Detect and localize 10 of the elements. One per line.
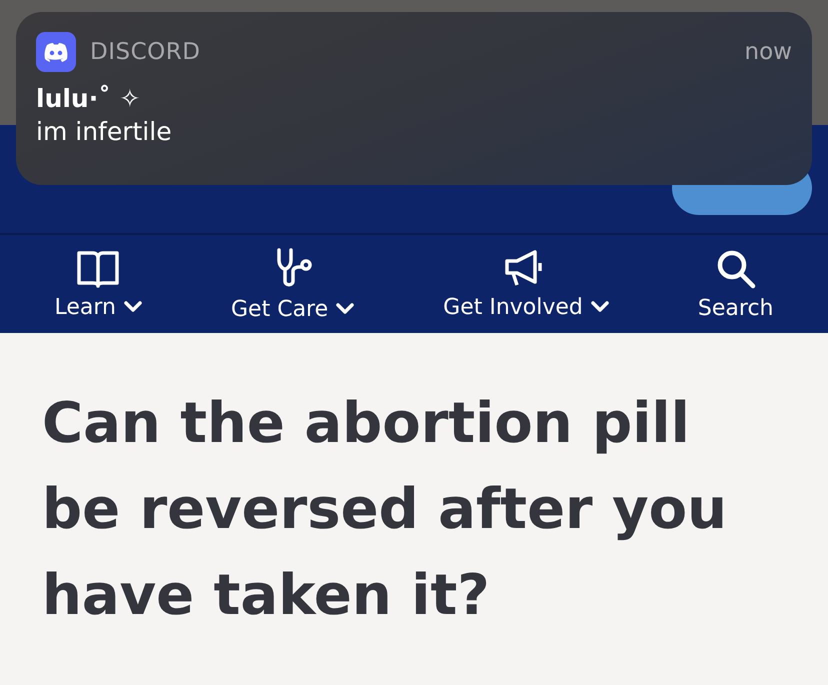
app-name: DISCORD [90, 39, 202, 65]
notification-toast[interactable]: DISCORD now lulu·˚ ✧ im infertile [16, 12, 812, 185]
nav-item[interactable]: Search [698, 248, 774, 320]
nav-item[interactable]: Get Involved [443, 248, 609, 320]
nav-item[interactable]: Get Care [231, 246, 354, 322]
notification-time: now [744, 39, 792, 65]
notification-message: im infertile [36, 117, 173, 146]
article-title: Can the abortion pill be reversed after you have taken it? [41, 390, 728, 630]
sender-name: lulu·˚ ✧ [36, 84, 142, 113]
nav-item[interactable]: Learn [54, 248, 142, 320]
